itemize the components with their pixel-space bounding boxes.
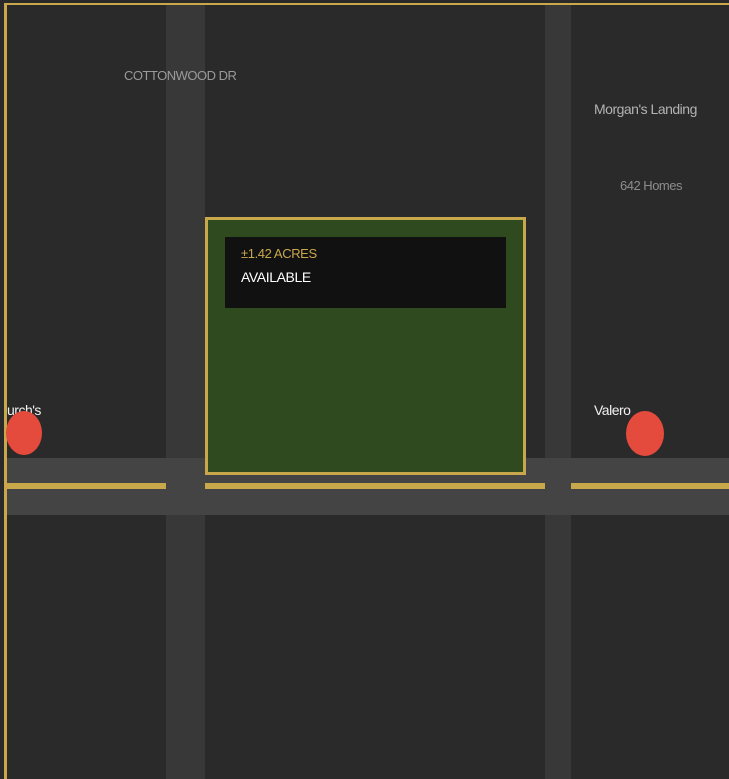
available-parcel[interactable]: ±1.42 ACRES AVAILABLE: [205, 217, 526, 475]
cross-street-east: [545, 5, 571, 779]
poi-marker-valero[interactable]: [626, 411, 664, 456]
parcel-status: AVAILABLE: [241, 269, 311, 285]
street-label-cottonwood: COTTONWOOD DR: [124, 68, 237, 83]
road-centerline-center: [205, 483, 545, 489]
parcel-acreage: ±1.42 ACRES: [241, 246, 317, 261]
road-centerline-west: [7, 483, 166, 489]
community-home-count: 642 Homes: [620, 178, 682, 193]
site-map[interactable]: COTTONWOOD DR Morgan's Landing 642 Homes…: [0, 0, 729, 779]
road-centerline-east: [571, 483, 729, 489]
map-border-left: [4, 4, 7, 779]
map-border-top: [4, 3, 729, 5]
poi-marker-churchs[interactable]: [6, 411, 42, 455]
community-name: Morgan's Landing: [594, 101, 697, 117]
cross-street-west: [166, 5, 205, 779]
poi-label-valero: Valero: [594, 402, 631, 418]
parcel-info-box: ±1.42 ACRES AVAILABLE: [225, 237, 506, 308]
